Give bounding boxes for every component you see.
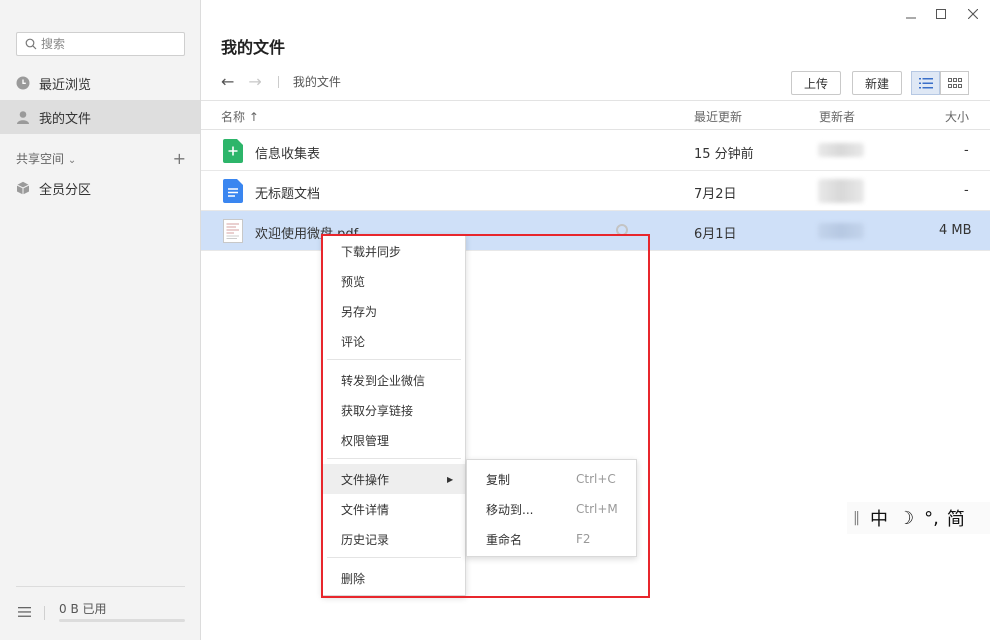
file-size: -: [964, 143, 969, 158]
storage-usage: 0 B 已用: [59, 602, 107, 616]
sidebar-item-all-members[interactable]: 全员分区: [0, 171, 200, 205]
forward-arrow-icon[interactable]: →: [248, 72, 261, 91]
spreadsheet-icon: [223, 139, 243, 163]
column-size[interactable]: 大小: [945, 108, 969, 125]
submenu-item-rename[interactable]: 重命名 F2: [467, 524, 636, 554]
storage-bar: [59, 619, 185, 622]
file-name: 信息收集表: [255, 147, 321, 162]
column-updater[interactable]: 更新者: [819, 108, 855, 125]
file-updated: 6月1日: [694, 227, 737, 242]
shortcut-label: Ctrl+C: [576, 472, 616, 486]
upload-button[interactable]: 上传: [791, 71, 841, 95]
sidebar-item-label: 全员分区: [39, 182, 92, 198]
column-updated[interactable]: 最近更新: [694, 108, 742, 125]
menu-item-share-link[interactable]: 获取分享链接: [323, 395, 465, 425]
shortcut-label: F2: [576, 532, 591, 546]
sidebar: 最近浏览 我的文件 共享空间 ⌄ + 全员分区 0 B 已用: [0, 0, 201, 640]
document-icon: [223, 179, 243, 203]
file-size: 4 MB: [939, 223, 972, 238]
menu-divider: [327, 359, 461, 360]
submenu-item-move-to[interactable]: 移动到... Ctrl+M: [467, 494, 636, 524]
updater-avatar-blurred: [818, 143, 864, 157]
maximize-button[interactable]: [933, 6, 949, 22]
menu-item-download-sync[interactable]: 下载并同步: [323, 236, 465, 266]
ime-mode[interactable]: 中: [870, 505, 888, 531]
shared-space-header: 共享空间 ⌄ +: [16, 150, 186, 167]
updater-avatar-blurred: [818, 223, 864, 239]
breadcrumb-item[interactable]: 我的文件: [293, 73, 341, 90]
close-icon: [968, 9, 978, 19]
grid-view-button[interactable]: [940, 71, 969, 95]
user-icon: [17, 111, 29, 124]
menu-item-label: 文件操作: [341, 472, 390, 487]
menu-item-permissions[interactable]: 权限管理: [323, 425, 465, 455]
menu-item-forward-wecom[interactable]: 转发到企业微信: [323, 365, 465, 395]
loading-icon: [616, 224, 628, 236]
ime-punctuation[interactable]: °,: [924, 508, 939, 529]
file-updated: 15 分钟前: [694, 147, 754, 162]
ime-drag-handle[interactable]: ‖: [853, 510, 860, 526]
back-arrow-icon[interactable]: ←: [221, 72, 234, 91]
context-menu: 下载并同步 预览 另存为 评论 转发到企业微信 获取分享链接 权限管理 文件操作…: [322, 234, 466, 596]
divider: [16, 586, 185, 587]
page-title: 我的文件: [221, 38, 286, 57]
column-name[interactable]: 名称 ↑: [221, 108, 259, 125]
shortcut-label: Ctrl+M: [576, 502, 618, 516]
file-size: -: [964, 183, 969, 198]
ime-toolbar[interactable]: ‖ 中 ☽ °, 简: [847, 502, 990, 534]
chevron-down-icon: ⌄: [67, 155, 77, 166]
maximize-icon: [936, 9, 946, 19]
search-icon: [25, 38, 37, 50]
sidebar-item-my-files[interactable]: 我的文件: [0, 100, 200, 134]
file-updated: 7月2日: [694, 187, 737, 202]
add-icon[interactable]: +: [173, 150, 186, 166]
submenu-item-copy[interactable]: 复制 Ctrl+C: [467, 464, 636, 494]
search-box[interactable]: [16, 32, 185, 56]
table-row-selected[interactable]: 欢迎使用微盘.pdf 6月1日 4 MB: [201, 211, 990, 251]
menu-item-delete[interactable]: 删除: [323, 563, 465, 593]
table-row[interactable]: 信息收集表 15 分钟前 -: [201, 131, 990, 171]
sidebar-item-label: 最近浏览: [39, 77, 92, 93]
menu-item-save-as[interactable]: 另存为: [323, 296, 465, 326]
menu-icon[interactable]: [18, 606, 31, 618]
menu-item-history[interactable]: 历史记录: [323, 524, 465, 554]
breadcrumb: ← → 我的文件: [221, 72, 341, 91]
menu-item-file-details[interactable]: 文件详情: [323, 494, 465, 524]
new-button[interactable]: 新建: [852, 71, 902, 95]
divider: [44, 606, 45, 620]
file-operations-submenu: 复制 Ctrl+C 移动到... Ctrl+M 重命名 F2: [466, 459, 637, 557]
updater-avatar-blurred: [818, 179, 864, 203]
file-name: 无标题文档: [255, 187, 321, 202]
menu-item-file-operations[interactable]: 文件操作 ▶: [323, 464, 465, 494]
cube-icon: [16, 181, 30, 195]
search-input[interactable]: [41, 37, 171, 51]
pdf-thumbnail-icon: [223, 219, 243, 243]
menu-divider: [327, 458, 461, 459]
menu-item-comment[interactable]: 评论: [323, 326, 465, 356]
sidebar-item-label: 我的文件: [39, 111, 92, 127]
list-view-icon: [918, 77, 933, 88]
sidebar-item-recent[interactable]: 最近浏览: [0, 66, 200, 100]
clock-icon: [16, 76, 30, 90]
divider: [277, 75, 279, 88]
menu-item-preview[interactable]: 预览: [323, 266, 465, 296]
close-button[interactable]: [965, 6, 981, 22]
menu-divider: [327, 557, 461, 558]
table-header: 名称 ↑ 最近更新 更新者 大小: [201, 100, 990, 130]
minimize-button[interactable]: [903, 6, 919, 22]
shared-space-toggle[interactable]: 共享空间 ⌄: [16, 150, 76, 167]
submenu-arrow-icon: ▶: [447, 474, 454, 484]
table-row[interactable]: 无标题文档 7月2日 -: [201, 171, 990, 211]
list-view-button[interactable]: [911, 71, 940, 95]
moon-icon[interactable]: ☽: [898, 508, 914, 529]
minimize-icon: [906, 17, 916, 19]
ime-variant[interactable]: 简: [947, 505, 965, 531]
grid-view-icon: [947, 78, 962, 88]
sidebar-footer: 0 B 已用: [0, 584, 200, 640]
